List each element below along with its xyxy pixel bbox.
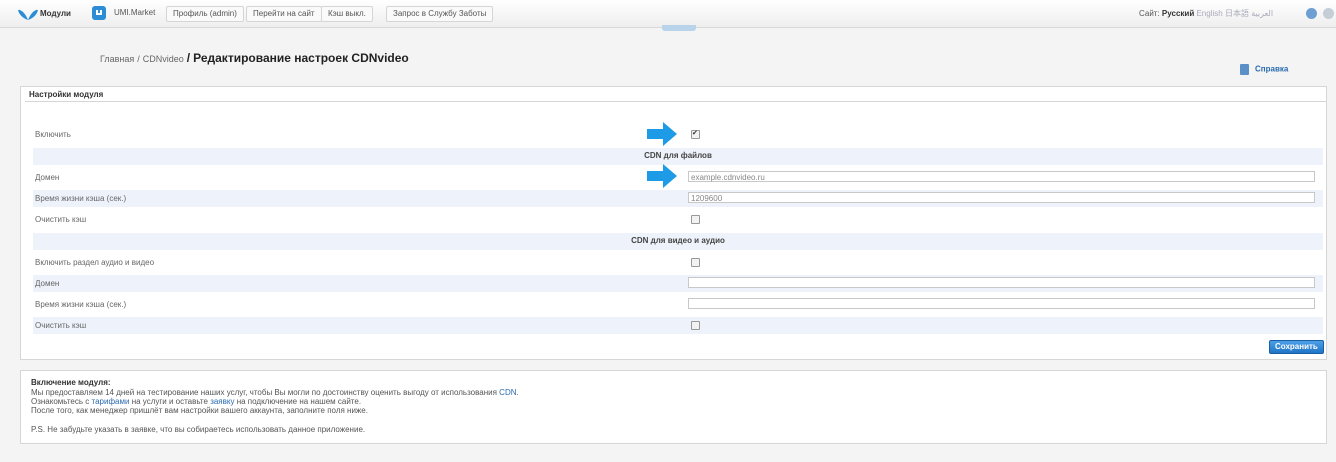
files-section-title: CDN для файлов (644, 151, 712, 160)
video-enable-row: Включить раздел аудио и видео (33, 254, 1323, 271)
files-cache-row: Время жизни кэша (сек.) 1209600 (33, 190, 1323, 207)
cdn-link[interactable]: CDN (499, 388, 516, 397)
settings-icon[interactable] (1323, 8, 1334, 19)
butterfly-logo-icon[interactable] (18, 8, 38, 22)
info-line-1: Мы предоставляем 14 дней на тестирование… (31, 388, 519, 397)
video-domain-input[interactable] (688, 277, 1315, 288)
modules-link[interactable]: Модули (40, 6, 71, 22)
lang-russian[interactable]: Русский (1162, 9, 1194, 18)
files-domain-label: Домен (35, 173, 60, 182)
panel-title: Настройки модуля (25, 89, 1326, 102)
profile-button[interactable]: Профиль (admin) (166, 6, 244, 22)
info-line-2: Ознакомьтесь с тарифами на услуги и оста… (31, 397, 362, 406)
enable-label: Включить (35, 130, 71, 139)
files-cache-label: Время жизни кэша (сек.) (35, 194, 127, 203)
site-label: Сайт: (1139, 9, 1160, 18)
video-section-header: CDN для видео и аудио (33, 233, 1323, 250)
video-section-title: CDN для видео и аудио (631, 236, 725, 245)
video-enable-checkbox[interactable] (691, 258, 700, 267)
umi-market-icon[interactable] (92, 6, 106, 20)
breadcrumb-section[interactable]: CDNvideo (143, 54, 184, 64)
files-cache-input[interactable]: 1209600 (688, 192, 1315, 203)
video-clear-checkbox[interactable] (691, 321, 700, 330)
save-button[interactable]: Сохранить (1269, 340, 1324, 354)
info-line-3: После того, как менеджер пришлёт вам нас… (31, 406, 368, 415)
files-section-header: CDN для файлов (33, 148, 1323, 165)
files-domain-input[interactable]: example.cdnvideo.ru (688, 171, 1315, 182)
arrow-right-icon (647, 122, 677, 146)
umi-market-link[interactable]: UMI.Market (108, 6, 161, 20)
video-enable-label: Включить раздел аудио и видео (35, 258, 155, 267)
video-cache-label: Время жизни кэша (сек.) (35, 300, 127, 309)
files-clear-row: Очистить кэш (33, 211, 1323, 228)
goto-site-button[interactable]: Перейти на сайт (246, 6, 322, 22)
video-domain-label: Домен (35, 279, 60, 288)
video-clear-label: Очистить кэш (35, 321, 87, 330)
site-language-switch: Сайт: Русский English 日本語 العربية (1139, 6, 1273, 22)
lang-english[interactable]: English (1196, 9, 1222, 18)
arrow-right-icon (647, 164, 677, 188)
info-line-4: P.S. Не забудьте указать в заявке, что в… (31, 425, 366, 434)
breadcrumb: Главная / CDNvideo / Редактирование настроек… (100, 51, 409, 65)
video-domain-row: Домен (33, 275, 1323, 292)
info-title: Включение модуля: (31, 378, 111, 387)
tariffs-link[interactable]: тарифами (92, 397, 130, 406)
enable-row: Включить (33, 126, 1323, 143)
cache-button[interactable]: Кэш выкл. (321, 6, 373, 22)
files-domain-row: Домен example.cdnvideo.ru (33, 169, 1323, 186)
files-clear-checkbox[interactable] (691, 215, 700, 224)
lang-japanese[interactable]: 日本語 (1225, 9, 1249, 18)
enable-checkbox[interactable] (691, 129, 700, 139)
files-clear-label: Очистить кэш (35, 215, 87, 224)
video-cache-row: Время жизни кэша (сек.) (33, 296, 1323, 313)
top-bar: Модули UMI.Market Профиль (admin) Перейт… (0, 0, 1336, 31)
book-icon (1240, 64, 1249, 75)
video-cache-input[interactable] (688, 298, 1315, 309)
help-globe-icon[interactable] (1306, 8, 1317, 19)
help-label: Справка (1255, 64, 1289, 74)
breadcrumb-home[interactable]: Главная (100, 54, 134, 64)
info-panel: Включение модуля: Мы предоставляем 14 дн… (20, 370, 1327, 444)
page-title: Редактирование настроек CDNvideo (193, 51, 409, 65)
video-clear-row: Очистить кэш (33, 317, 1323, 334)
application-link[interactable]: заявку (210, 397, 234, 406)
panel-toggle-handle[interactable] (662, 25, 696, 31)
help-link[interactable]: Справка (1240, 64, 1288, 75)
support-request-button[interactable]: Запрос в Службу Заботы (386, 6, 494, 22)
lang-arabic[interactable]: العربية (1251, 9, 1273, 18)
